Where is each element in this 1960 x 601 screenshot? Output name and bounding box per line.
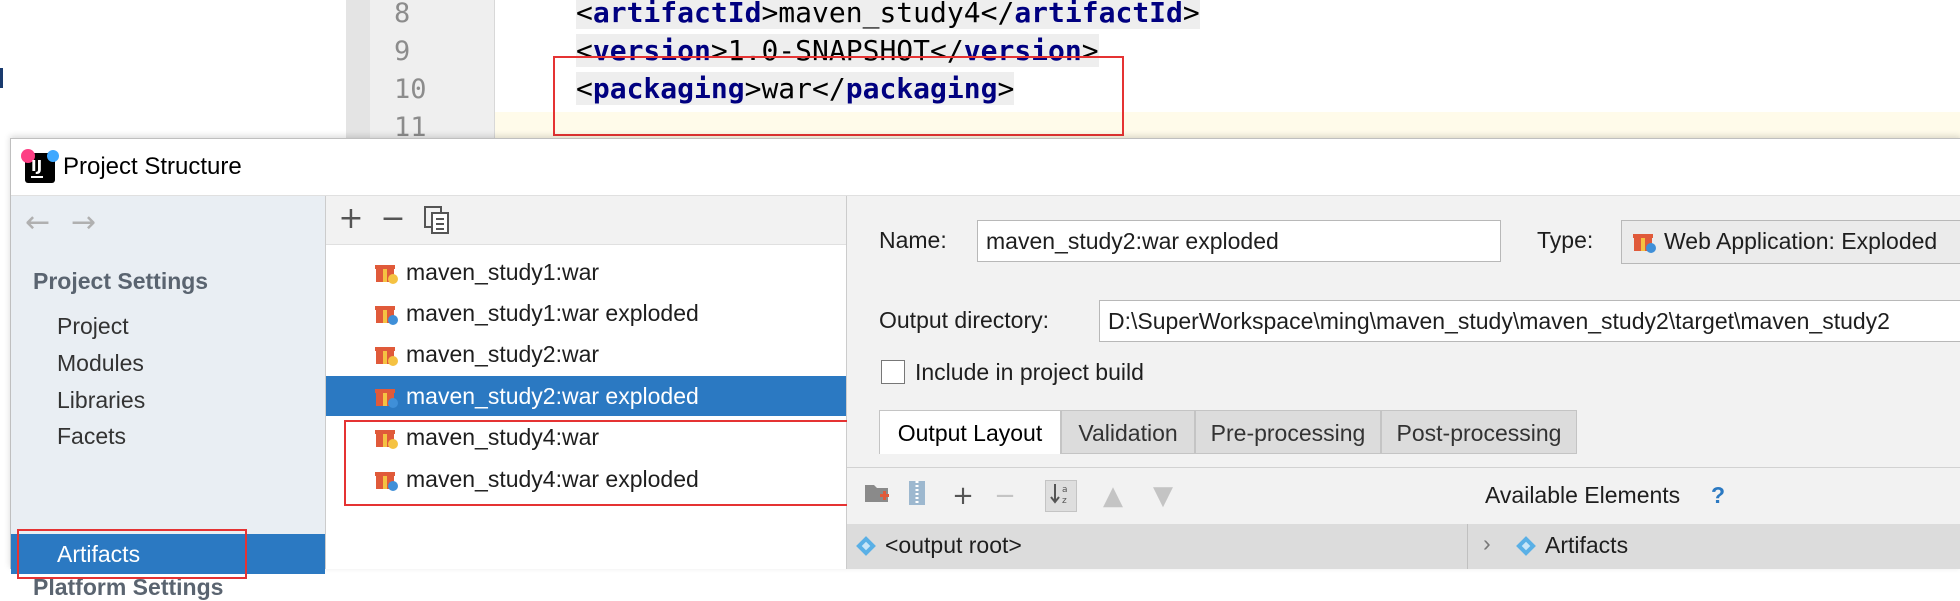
arrow-right-icon[interactable]: → <box>71 208 96 238</box>
gift-artifact-icon <box>375 265 398 284</box>
gift-artifact-icon <box>375 389 398 408</box>
svg-text:a: a <box>1062 485 1068 495</box>
output-directory-label: Output directory: <box>879 307 1050 333</box>
gift-artifact-icon <box>375 347 398 366</box>
tab-validation[interactable]: Validation <box>1061 410 1195 454</box>
output-root-icon <box>856 536 876 556</box>
type-label: Type: <box>1537 227 1594 253</box>
nav-item-libraries[interactable]: Libraries <box>11 380 325 420</box>
remove-element-button[interactable]: − <box>989 480 1021 512</box>
copy-icon[interactable] <box>420 202 454 236</box>
annotation-box-artifacts <box>17 529 247 579</box>
output-layout-toolbar: + − az ▲ ▼ Available Elements ? <box>847 467 1960 524</box>
artifact-label: maven_study2:war exploded <box>406 383 699 409</box>
pane-divider <box>1467 524 1468 569</box>
settings-nav: ← → Project Settings Project Modules Lib… <box>11 196 326 600</box>
artifact-type-combo[interactable]: Web Application: Exploded <box>1621 220 1960 264</box>
annotation-box-packaging <box>553 56 1124 136</box>
artifact-name-field[interactable]: maven_study2:war exploded <box>977 220 1501 262</box>
nav-item-project[interactable]: Project <box>11 306 325 346</box>
artifact-label: maven_study2:war <box>406 341 600 367</box>
list-item[interactable]: maven_study1:war exploded <box>326 293 846 333</box>
tree-output-root[interactable]: <output root> <box>885 532 1022 559</box>
artifacts-node-icon <box>1516 536 1536 556</box>
move-down-icon[interactable]: ▼ <box>1147 480 1179 512</box>
tree-artifacts-node[interactable]: Artifacts <box>1545 532 1628 559</box>
nav-item-facets[interactable]: Facets <box>11 416 325 456</box>
code-line[interactable]: <artifactId>maven_study4</artifactId> <box>576 0 1200 29</box>
gift-artifact-icon <box>375 306 398 325</box>
artifacts-list-panel: + − maven_study1:war maven_study1:war ex… <box>326 196 884 569</box>
create-directory-icon[interactable] <box>861 480 893 512</box>
artifact-label: maven_study1:war <box>406 259 600 285</box>
name-label: Name: <box>879 227 947 253</box>
help-icon[interactable]: ? <box>1711 482 1725 509</box>
remove-artifact-button[interactable]: − <box>376 202 410 236</box>
gift-artifact-icon <box>1633 234 1656 253</box>
line-number: 9 <box>394 36 411 67</box>
include-in-build-label: Include in project build <box>915 359 1144 385</box>
editor-gutter <box>346 0 370 140</box>
artifacts-toolbar: + − <box>326 196 846 245</box>
code-editor: 8 9 10 11 <artifactId>maven_study4</arti… <box>0 0 1960 143</box>
sort-elements-icon[interactable]: az <box>1045 480 1077 512</box>
move-up-icon[interactable]: ▲ <box>1097 480 1129 512</box>
output-directory-field[interactable]: D:\SuperWorkspace\ming\maven_study\maven… <box>1099 300 1960 342</box>
tab-pre-processing[interactable]: Pre-processing <box>1195 410 1381 454</box>
list-item[interactable]: maven_study1:war <box>326 252 846 292</box>
dialog-title: Project Structure <box>63 153 242 180</box>
tab-output-layout[interactable]: Output Layout <box>879 410 1061 454</box>
artifact-type-value: Web Application: Exploded <box>1664 228 1938 254</box>
project-tool-window-edge <box>0 0 346 140</box>
artifact-details-panel: Name: maven_study2:war exploded Type: We… <box>847 196 1960 569</box>
svg-text:z: z <box>1062 496 1067 505</box>
add-element-button[interactable]: + <box>947 480 979 512</box>
line-number: 10 <box>394 74 427 105</box>
annotation-box-maven-study4 <box>344 420 884 506</box>
include-in-build-checkbox[interactable] <box>881 360 905 384</box>
nav-section-project-settings: Project Settings <box>33 268 209 294</box>
list-item[interactable]: maven_study2:war <box>326 334 846 374</box>
intellij-logo-icon: IJ <box>21 149 59 183</box>
chevron-right-icon[interactable]: › <box>1483 530 1491 557</box>
output-layout-tree: <output root> › Artifacts <box>847 524 1960 569</box>
archive-icon[interactable] <box>901 480 933 512</box>
line-number: 8 <box>394 0 411 29</box>
available-elements-label: Available Elements <box>1485 482 1681 508</box>
nav-item-modules[interactable]: Modules <box>11 343 325 383</box>
dialog-titlebar: IJ Project Structure <box>11 139 1960 196</box>
tab-post-processing[interactable]: Post-processing <box>1381 410 1577 454</box>
add-artifact-button[interactable]: + <box>334 202 368 236</box>
project-structure-dialog: IJ Project Structure ← → Project Setting… <box>10 138 1960 600</box>
line-number-gutter: 8 9 10 11 <box>370 0 495 143</box>
list-item-selected[interactable]: maven_study2:war exploded <box>326 376 846 416</box>
artifact-label: maven_study1:war exploded <box>406 300 699 326</box>
arrow-left-icon[interactable]: ← <box>25 208 50 238</box>
